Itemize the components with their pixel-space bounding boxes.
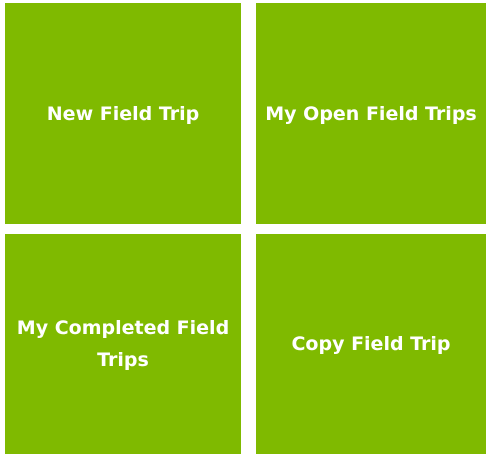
- copy-field-trip-label: Copy Field Trip: [291, 333, 451, 355]
- copy-field-trip-tile[interactable]: Copy Field Trip: [256, 234, 486, 454]
- new-field-trip-tile[interactable]: New Field Trip: [5, 3, 241, 224]
- my-completed-field-trips-tile[interactable]: My Completed Field Trips: [5, 234, 241, 454]
- my-open-field-trips-tile[interactable]: My Open Field Trips: [256, 3, 486, 224]
- my-open-field-trips-label: My Open Field Trips: [265, 102, 477, 125]
- my-completed-field-trips-label: My Completed Field Trips: [16, 317, 230, 371]
- new-field-trip-label: New Field Trip: [46, 102, 200, 125]
